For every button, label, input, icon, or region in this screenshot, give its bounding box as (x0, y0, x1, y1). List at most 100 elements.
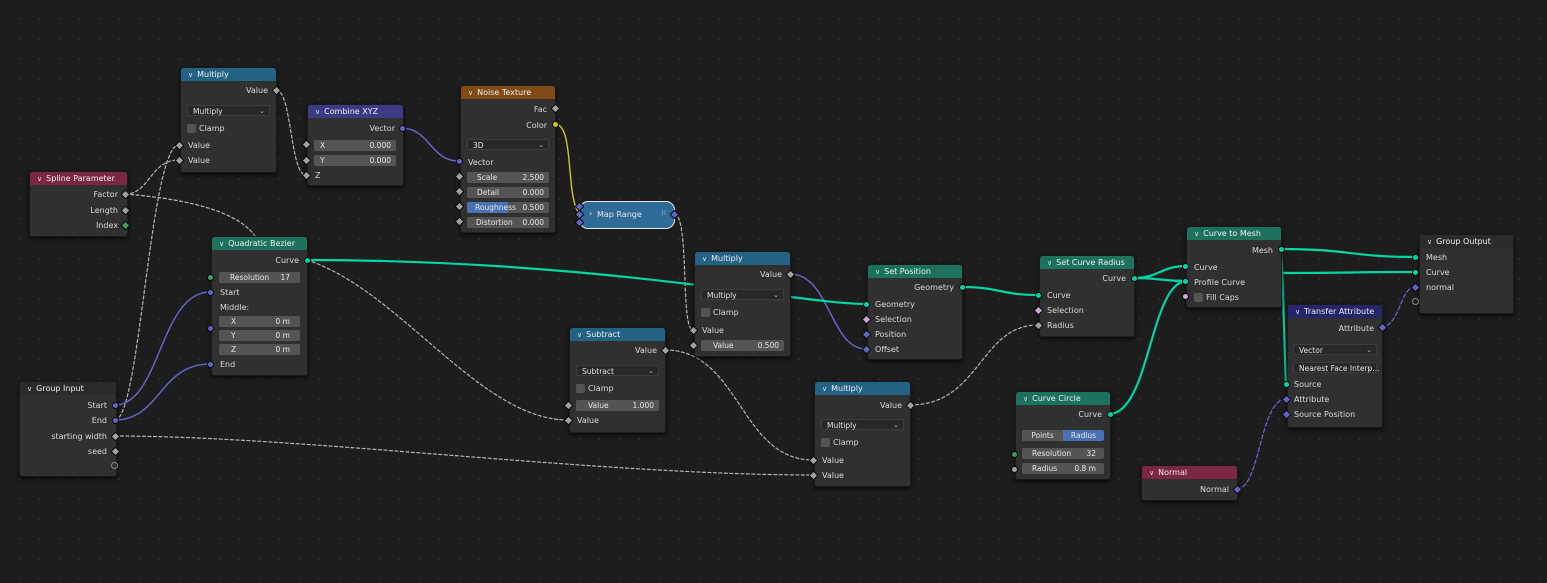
node-header[interactable]: ∨ Transfer Attribute (1288, 305, 1382, 318)
chevron-down-icon[interactable]: ∨ (1023, 395, 1028, 403)
node-header[interactable]: ∨ Subtract (570, 328, 665, 341)
middle-y-field[interactable]: Y 0 m (219, 330, 300, 341)
value-field[interactable]: Value 1.000 (576, 400, 659, 411)
map-range-node[interactable]: › Map Range ⁞⁞ (579, 201, 675, 229)
mode-radius-button[interactable]: Radius (1063, 430, 1104, 441)
socket-output[interactable] (959, 284, 966, 291)
socket-input[interactable] (1182, 263, 1189, 270)
operation-dropdown[interactable]: Subtract ⌄ (576, 365, 659, 376)
socket-output[interactable] (1107, 411, 1114, 418)
resolution-field[interactable]: Resolution 17 (219, 272, 300, 283)
operation-dropdown[interactable]: Multiply ⌄ (701, 289, 784, 300)
socket-input[interactable] (207, 289, 214, 296)
chevron-down-icon[interactable]: ∨ (577, 331, 582, 339)
noise-texture-node[interactable]: ∨ Noise Texture Fac Color 3D ⌄ Vector Scal… (460, 85, 556, 233)
scale-field[interactable]: Scale 2.500 (467, 172, 549, 183)
multiply-node-3[interactable]: ∨ Multiply Value Multiply ⌄ Clamp Value Va… (814, 381, 911, 487)
chevron-right-icon[interactable]: › (589, 209, 592, 218)
radius-field[interactable]: Radius 0.8 m (1022, 463, 1104, 474)
node-header[interactable]: ∨ Noise Texture (461, 86, 555, 99)
operation-dropdown[interactable]: Multiply ⌄ (187, 105, 270, 116)
detail-field[interactable]: Detail 0.000 (467, 187, 549, 198)
x-field[interactable]: X 0.000 (314, 140, 396, 151)
socket-input[interactable] (1182, 293, 1189, 300)
node-header[interactable]: ∨ Combine XYZ (308, 105, 403, 118)
node-header[interactable]: ∨ Set Position (868, 265, 962, 278)
socket-input[interactable] (207, 325, 214, 332)
chevron-down-icon[interactable]: ∨ (1047, 259, 1052, 267)
mapping-dropdown[interactable]: Nearest Face Interp... ⌄ (1293, 362, 1379, 373)
clamp-checkbox[interactable] (187, 124, 196, 133)
distortion-field[interactable]: Distortion 0.000 (467, 217, 549, 228)
chevron-down-icon[interactable]: ∨ (27, 385, 32, 393)
quadratic-bezier-node[interactable]: ∨ Quadratic Bezier Curve Resolution 17 Sta… (211, 236, 308, 376)
set-position-node[interactable]: ∨ Set Position Geometry Geometry Selectio… (867, 264, 963, 360)
node-header[interactable]: ∨ Group Output (1420, 235, 1513, 248)
socket-output[interactable] (1131, 275, 1138, 282)
node-header[interactable]: ∨ Multiply (815, 382, 910, 395)
socket-input[interactable] (207, 361, 214, 368)
chevron-down-icon[interactable]: ∨ (875, 268, 880, 276)
chevron-down-icon[interactable]: ∨ (188, 71, 193, 79)
socket-output[interactable] (112, 402, 119, 409)
y-field[interactable]: Y 0.000 (314, 155, 396, 166)
chevron-down-icon[interactable]: ∨ (315, 108, 320, 116)
socket-input[interactable] (1182, 278, 1189, 285)
socket-output[interactable] (112, 417, 119, 424)
socket-input[interactable] (863, 301, 870, 308)
group-output-node[interactable]: ∨ Group Output Mesh Curve normal (1419, 234, 1514, 314)
node-header[interactable]: ∨ Spline Parameter (30, 172, 127, 185)
socket-output[interactable] (304, 257, 311, 264)
node-header[interactable]: ∨ Group Input (20, 382, 116, 395)
middle-z-field[interactable]: Z 0 m (219, 344, 300, 355)
fill-caps-checkbox[interactable] (1194, 293, 1203, 302)
socket-output[interactable] (1278, 246, 1285, 253)
multiply-node-1[interactable]: ∨ Multiply Value Multiply ⌄ Clamp Value Va… (180, 67, 277, 173)
socket-empty[interactable] (111, 462, 118, 469)
clamp-checkbox[interactable] (821, 438, 830, 447)
chevron-down-icon[interactable]: ∨ (219, 240, 224, 248)
operation-dropdown[interactable]: Multiply ⌄ (821, 419, 904, 430)
combine-xyz-node[interactable]: ∨ Combine XYZ Vector X 0.000 Y 0.000 Z (307, 104, 404, 186)
chevron-down-icon[interactable]: ∨ (1194, 230, 1199, 238)
chevron-down-icon[interactable]: ∨ (1295, 308, 1300, 316)
chevron-down-icon[interactable]: ∨ (1149, 469, 1154, 477)
curve-circle-node[interactable]: ∨ Curve Circle Curve Points Radius Resolu… (1015, 391, 1111, 480)
chevron-down-icon[interactable]: ∨ (1427, 238, 1432, 246)
chevron-down-icon[interactable]: ∨ (822, 385, 827, 393)
socket-output[interactable] (552, 121, 559, 128)
chevron-down-icon[interactable]: ∨ (702, 255, 707, 263)
mode-points-button[interactable]: Points (1022, 430, 1063, 441)
roughness-field[interactable]: Roughness 0.500 (467, 202, 549, 213)
node-header[interactable]: ∨ Curve Circle (1016, 392, 1110, 405)
group-input-node[interactable]: ∨ Group Input Start End starting width se… (19, 381, 117, 477)
node-header[interactable]: ∨ Quadratic Bezier (212, 237, 307, 250)
socket-empty[interactable] (1412, 298, 1419, 305)
node-header[interactable]: ∨ Curve to Mesh (1187, 227, 1281, 240)
socket-input[interactable] (1035, 292, 1042, 299)
subtract-node[interactable]: ∨ Subtract Value Subtract ⌄ Clamp Value 1.0… (569, 327, 666, 433)
resolution-field[interactable]: Resolution 32 (1022, 448, 1104, 459)
node-header[interactable]: ∨ Multiply (181, 68, 276, 81)
multiply-node-2[interactable]: ∨ Multiply Value Multiply ⌄ Clamp Value Va… (694, 251, 791, 357)
clamp-checkbox[interactable] (576, 384, 585, 393)
socket-input[interactable] (1412, 254, 1419, 261)
chevron-down-icon[interactable]: ∨ (37, 175, 42, 183)
curve-to-mesh-node[interactable]: ∨ Curve to Mesh Mesh Curve Profile Curve … (1186, 226, 1282, 308)
socket-input[interactable] (1011, 451, 1018, 458)
set-curve-radius-node[interactable]: ∨ Set Curve Radius Curve Curve Selection … (1039, 255, 1135, 337)
socket-input[interactable] (456, 158, 463, 165)
normal-node[interactable]: ∨ Normal Normal (1141, 465, 1238, 501)
node-header[interactable]: ∨ Normal (1142, 466, 1237, 479)
dimensions-dropdown[interactable]: 3D ⌄ (467, 139, 549, 150)
value-field[interactable]: Value 0.500 (701, 340, 784, 351)
spline-parameter-node[interactable]: ∨ Spline Parameter Factor Length Index (29, 171, 128, 237)
socket-input[interactable] (1412, 269, 1419, 276)
chevron-down-icon[interactable]: ∨ (468, 89, 473, 97)
node-header[interactable]: ∨ Set Curve Radius (1040, 256, 1134, 269)
socket-input[interactable] (1283, 381, 1290, 388)
data-type-dropdown[interactable]: Vector ⌄ (1293, 344, 1377, 355)
transfer-attribute-node[interactable]: ∨ Transfer Attribute Attribute Vector ⌄ Ne… (1287, 304, 1383, 428)
socket-input[interactable] (207, 274, 214, 281)
socket-output[interactable] (399, 125, 406, 132)
